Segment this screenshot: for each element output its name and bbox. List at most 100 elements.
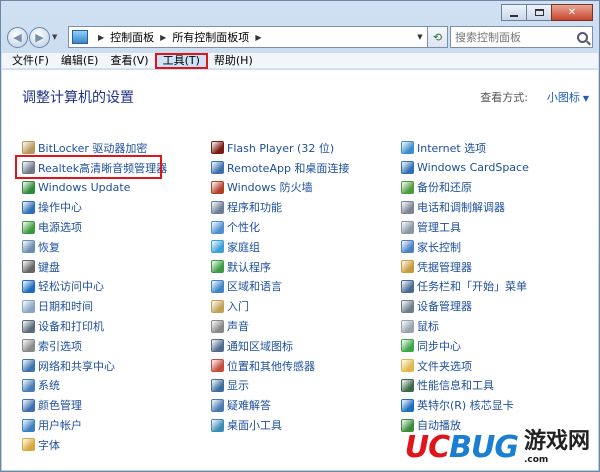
- control-panel-item-label: 日期和时间: [38, 300, 93, 314]
- control-panel-item[interactable]: 鼠标: [401, 316, 529, 336]
- color-management-icon: [22, 398, 35, 412]
- control-panel-item-label: 通知区域图标: [227, 339, 293, 353]
- control-panel-item[interactable]: 入门: [211, 296, 349, 316]
- control-panel-item-label: 英特尔(R) 核芯显卡: [417, 399, 514, 413]
- forward-arrow-icon: ▶: [35, 30, 44, 44]
- control-panel-item[interactable]: 文件夹选项: [401, 356, 529, 376]
- search-icon[interactable]: [577, 31, 588, 43]
- control-panel-item[interactable]: 位置和其他传感器: [211, 356, 349, 376]
- minimize-button[interactable]: [501, 4, 527, 21]
- control-panel-item[interactable]: 通知区域图标: [211, 336, 349, 356]
- control-panel-item-label: 显示: [227, 379, 249, 393]
- watermark: UC BUG 游戏网 .com: [405, 423, 590, 465]
- search-box[interactable]: [450, 26, 593, 48]
- control-panel-item[interactable]: 家长控制: [401, 237, 529, 257]
- remoteapp-icon: [211, 161, 224, 175]
- windows-update-icon: [22, 180, 35, 194]
- control-panel-item-label: RemoteApp 和桌面连接: [227, 161, 350, 175]
- control-panel-item-label: 设备管理器: [417, 300, 472, 314]
- address-dropdown-icon[interactable]: ▼: [413, 33, 427, 41]
- control-panel-item[interactable]: 区域和语言: [211, 277, 349, 297]
- control-panel-item[interactable]: 个性化: [211, 217, 349, 237]
- control-panel-item[interactable]: 颜色管理: [22, 395, 167, 415]
- control-panel-item[interactable]: 桌面小工具: [211, 415, 349, 435]
- control-panel-item-label: 备份和还原: [417, 181, 472, 195]
- control-panel-item-label: 任务栏和「开始」菜单: [417, 280, 527, 294]
- recent-pages-dropdown[interactable]: ▼: [52, 33, 62, 41]
- control-panel-item[interactable]: 疑难解答: [211, 395, 349, 415]
- control-panel-item-label: 同步中心: [417, 339, 461, 353]
- control-panel-item-label: Windows CardSpace: [417, 161, 529, 175]
- system-icon: [22, 378, 35, 392]
- control-panel-item[interactable]: 凭据管理器: [401, 257, 529, 277]
- forward-button[interactable]: ▶: [29, 26, 50, 48]
- chevron-right-icon[interactable]: ▶: [255, 33, 261, 42]
- control-panel-item[interactable]: 备份和还原: [401, 178, 529, 198]
- control-panel-item-label: 电源选项: [38, 221, 82, 235]
- menu-view[interactable]: 查看(V): [104, 53, 154, 69]
- menu-help[interactable]: 帮助(H): [208, 53, 259, 69]
- control-panel-item[interactable]: 操作中心: [22, 197, 167, 217]
- control-panel-item[interactable]: 程序和功能: [211, 197, 349, 217]
- control-panel-item-label: 个性化: [227, 221, 260, 235]
- address-bar[interactable]: ▶ 控制面板 ▶ 所有控制面板项 ▶ ▼: [68, 26, 428, 48]
- region-language-icon: [211, 279, 224, 293]
- control-panel-item[interactable]: 轻松访问中心: [22, 277, 167, 297]
- control-panel-item[interactable]: 管理工具: [401, 217, 529, 237]
- control-panel-item[interactable]: 设备和打印机: [22, 316, 167, 336]
- control-panel-item-label: 恢复: [38, 240, 60, 254]
- network-sharing-icon: [22, 359, 35, 373]
- programs-features-icon: [211, 200, 224, 214]
- control-panel-item-label: BitLocker 驱动器加密: [38, 141, 148, 155]
- control-panel-item[interactable]: Flash Player (32 位): [211, 138, 349, 158]
- recovery-icon: [22, 240, 35, 254]
- control-panel-item[interactable]: 电话和调制解调器: [401, 197, 529, 217]
- control-panel-item[interactable]: 字体: [22, 435, 167, 455]
- control-panel-item[interactable]: 网络和共享中心: [22, 356, 167, 376]
- control-panel-item-label: 程序和功能: [227, 201, 282, 215]
- location-sensors-icon: [211, 359, 224, 373]
- close-button[interactable]: ✕: [551, 4, 593, 21]
- control-panel-item[interactable]: Windows CardSpace: [401, 158, 529, 178]
- control-panel-item[interactable]: 用户帐户: [22, 415, 167, 435]
- control-panel-item[interactable]: 键盘: [22, 257, 167, 277]
- control-panel-item-label: 系统: [38, 379, 60, 393]
- refresh-button[interactable]: ⟲: [428, 26, 448, 48]
- control-panel-item[interactable]: 日期和时间: [22, 296, 167, 316]
- control-panel-item[interactable]: Windows 防火墙: [211, 178, 349, 198]
- indexing-icon: [22, 339, 35, 353]
- menu-tools[interactable]: 工具(T): [154, 52, 208, 69]
- control-panel-item[interactable]: 家庭组: [211, 237, 349, 257]
- back-button[interactable]: ◀: [7, 26, 28, 48]
- control-panel-item[interactable]: 显示: [211, 376, 349, 396]
- breadcrumb-all-items[interactable]: 所有控制面板项: [172, 29, 249, 45]
- chevron-right-icon[interactable]: ▶: [160, 33, 166, 42]
- control-panel-item[interactable]: 设备管理器: [401, 296, 529, 316]
- control-panel-item-label: Windows 防火墙: [227, 181, 313, 195]
- menu-edit[interactable]: 编辑(E): [55, 53, 105, 69]
- control-panel-item-label: 索引选项: [38, 339, 82, 353]
- control-panel-item[interactable]: Internet 选项: [401, 138, 529, 158]
- control-panel-item[interactable]: 系统: [22, 376, 167, 396]
- control-panel-item[interactable]: 恢复: [22, 237, 167, 257]
- maximize-button[interactable]: [526, 4, 552, 21]
- keyboard-icon: [22, 260, 35, 274]
- search-input[interactable]: [455, 30, 577, 44]
- breadcrumb: ▶ 控制面板 ▶ 所有控制面板项 ▶: [92, 29, 267, 45]
- control-panel-item[interactable]: 任务栏和「开始」菜单: [401, 277, 529, 297]
- control-panel-item[interactable]: 索引选项: [22, 336, 167, 356]
- control-panel-item[interactable]: 声音: [211, 316, 349, 336]
- menu-file[interactable]: 文件(F): [6, 53, 55, 69]
- control-panel-item[interactable]: Windows Update: [22, 178, 167, 198]
- control-panel-item[interactable]: 性能信息和工具: [401, 376, 529, 396]
- explorer-window: ✕ ◀ ▶ ▼ ▶ 控制面板 ▶ 所有控制面板项 ▶ ▼ ⟲ 文件(F) 编辑(…: [0, 0, 600, 472]
- control-panel-item[interactable]: 同步中心: [401, 336, 529, 356]
- control-panel-item[interactable]: 英特尔(R) 核芯显卡: [401, 395, 529, 415]
- view-by-dropdown[interactable]: 小图标 ▼: [547, 89, 589, 105]
- control-panel-item[interactable]: 电源选项: [22, 217, 167, 237]
- control-panel-item-label: 文件夹选项: [417, 359, 472, 373]
- control-panel-item-label: 凭据管理器: [417, 260, 472, 274]
- breadcrumb-control-panel[interactable]: 控制面板: [110, 29, 154, 45]
- control-panel-item[interactable]: RemoteApp 和桌面连接: [211, 158, 349, 178]
- control-panel-item[interactable]: 默认程序: [211, 257, 349, 277]
